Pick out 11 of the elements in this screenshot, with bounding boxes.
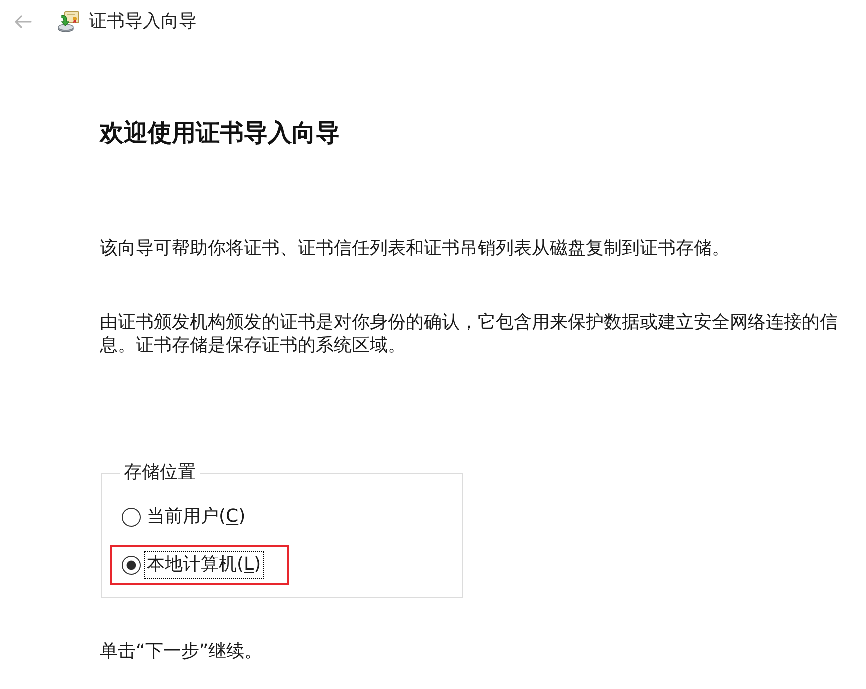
paragraph: 由证书颁发机构颁发的证书是对你身份的确认，它包含用来保护数据或建立安全网络连接的信息。证书存储是保存证书的系统区域。 — [100, 310, 839, 356]
group-label: 存储位置 — [123, 462, 197, 484]
instruction-text: 单击“下一步”继续。 — [100, 640, 264, 662]
radio-label[interactable]: 当前用户(C) — [145, 504, 248, 530]
certificate-arrow-icon — [58, 11, 80, 33]
radio-button[interactable] — [122, 508, 141, 526]
page-heading: 欢迎使用证书导入向导 — [100, 118, 341, 149]
paragraph: 该向导可帮助你将证书、证书信任列表和证书吊销列表从磁盘复制到证书存储。 — [100, 236, 731, 260]
window-title: 证书导入向导 — [89, 10, 197, 34]
radio-label[interactable]: 本地计算机(L) — [145, 552, 264, 578]
radio-button[interactable] — [122, 556, 141, 574]
